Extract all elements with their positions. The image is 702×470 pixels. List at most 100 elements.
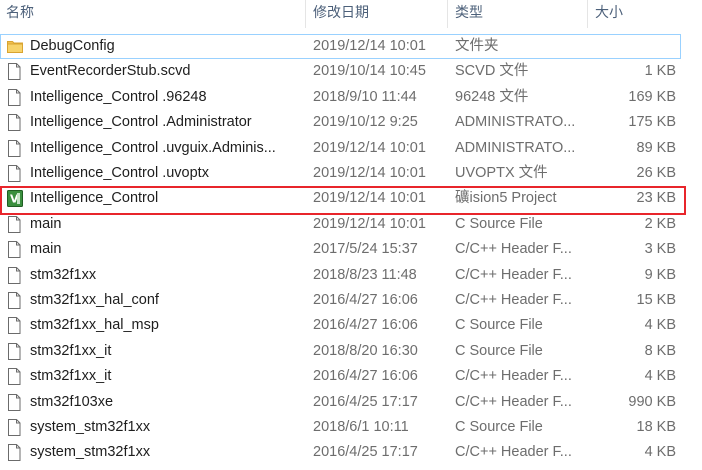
- file-size: 9 KB: [644, 266, 676, 283]
- file-size: 23 KB: [636, 190, 677, 207]
- file-icon: [7, 419, 21, 436]
- file-type: C/C++ Header F...: [455, 393, 572, 410]
- column-header-size[interactable]: 大小: [589, 0, 689, 26]
- file-row[interactable]: stm32f1xx 2018/8/23 11:48 C/C++ Header F..…: [0, 263, 702, 288]
- file-type: ADMINISTRATO...: [455, 114, 576, 131]
- file-modified-date: 2019/12/14 10:01: [313, 38, 426, 54]
- file-modified-date: 2019/12/14 10:01: [313, 190, 426, 207]
- file-modified-date: 2018/8/23 11:48: [313, 266, 417, 283]
- file-icon: [7, 266, 21, 284]
- file-modified-date: 2018/6/1 10:11: [313, 419, 409, 435]
- file-type: C Source File: [455, 419, 543, 435]
- file-size: [590, 34, 676, 59]
- file-name: Intelligence_Control .Administrator: [30, 114, 252, 131]
- file-size: 2 KB: [644, 215, 676, 232]
- file-row[interactable]: stm32f103xe 2016/4/25 17:17 C/C++ Header F…: [0, 390, 702, 415]
- file-modified-date: 2018/9/10 11:44: [313, 88, 417, 105]
- file-modified-date: 2016/4/27 16:06: [313, 368, 418, 385]
- file-row[interactable]: Intelligence_Control .uvguix.Adminis... 2…: [0, 136, 702, 161]
- file-type: 礦ision5 Project: [455, 190, 557, 207]
- file-row[interactable]: stm32f1xx_it 2018/8/20 16:30 C Source File…: [0, 339, 702, 364]
- file-row[interactable]: stm32f1xx_it 2016/4/27 16:06 C/C++ Header …: [0, 364, 702, 389]
- file-name: system_stm32f1xx: [30, 444, 151, 461]
- file-icon: [7, 215, 21, 233]
- file-icon: [7, 342, 21, 360]
- file-modified-date: 2016/4/27 16:06: [313, 292, 418, 308]
- folder-icon: [7, 39, 23, 56]
- file-size: 169 KB: [628, 88, 676, 105]
- file-size: 4 KB: [644, 368, 676, 385]
- file-modified-date: 2019/12/14 10:01: [313, 139, 426, 156]
- file-size: 4 KB: [644, 317, 676, 334]
- file-type: ADMINISTRATO...: [455, 139, 576, 156]
- file-type: UVOPTX 文件: [455, 165, 548, 181]
- file-size: 175 KB: [628, 114, 676, 131]
- file-modified-date: 2019/12/14 10:01: [313, 165, 426, 181]
- file-name: stm32f1xx: [30, 266, 97, 283]
- file-modified-date: 2019/10/14 10:45: [313, 63, 426, 80]
- file-type: C Source File: [455, 215, 543, 232]
- file-name: main: [30, 241, 62, 258]
- file-size: 1 KB: [644, 63, 676, 80]
- file-icon: [7, 114, 21, 132]
- column-header-date[interactable]: 修改日期: [307, 0, 447, 26]
- file-name: stm32f1xx_it: [30, 342, 112, 359]
- file-name: DebugConfig: [30, 38, 115, 54]
- file-name: Intelligence_Control .96248: [30, 88, 207, 105]
- file-size: 89 KB: [636, 139, 677, 156]
- file-icon: [7, 368, 21, 386]
- file-row[interactable]: stm32f1xx_hal_msp 2016/4/27 16:06 C Source…: [0, 313, 702, 338]
- file-size: 15 KB: [636, 292, 677, 308]
- file-icon: [7, 88, 21, 106]
- file-modified-date: 2016/4/25 17:17: [313, 393, 418, 410]
- file-modified-date: 2018/8/20 16:30: [313, 342, 418, 359]
- file-modified-date: 2016/4/27 16:06: [313, 317, 418, 334]
- file-name: stm32f1xx_hal_msp: [30, 317, 159, 334]
- file-row[interactable]: Intelligence_Control .96248 2018/9/10 11:…: [0, 85, 702, 110]
- file-row[interactable]: EventRecorderStub.scvd 2019/10/14 10:45 SC…: [0, 59, 702, 84]
- file-row[interactable]: system_stm32f1xx 2016/4/25 17:17 C/C++ Hea…: [0, 440, 702, 465]
- file-size: 4 KB: [644, 444, 676, 461]
- file-row[interactable]: main 2017/5/24 15:37 C/C++ Header F... 3 KB: [0, 237, 702, 262]
- file-icon: [7, 63, 21, 81]
- file-row[interactable]: system_stm32f1xx 2018/6/1 10:11 C Source F…: [0, 415, 702, 440]
- file-type: C/C++ Header F...: [455, 292, 572, 308]
- file-name: Intelligence_Control .uvoptx: [30, 165, 209, 181]
- column-divider[interactable]: [587, 0, 588, 28]
- file-type: SCVD 文件: [455, 63, 529, 80]
- file-row[interactable]: V Intelligence_Control 2019/12/14 10:01 礦is…: [0, 186, 702, 211]
- column-divider[interactable]: [305, 0, 306, 28]
- file-row[interactable]: main 2019/12/14 10:01 C Source File 2 KB: [0, 212, 702, 237]
- file-name: stm32f1xx_it: [30, 368, 112, 385]
- file-name: Intelligence_Control .uvguix.Adminis...: [30, 139, 276, 156]
- file-row[interactable]: Intelligence_Control .uvoptx 2019/12/14 1…: [0, 161, 702, 186]
- file-modified-date: 2019/12/14 10:01: [313, 215, 426, 232]
- file-row[interactable]: stm32f1xx_hal_conf 2016/4/27 16:06 C/C++ H…: [0, 288, 702, 313]
- file-size: 8 KB: [644, 342, 676, 359]
- file-name: EventRecorderStub.scvd: [30, 63, 191, 80]
- file-name: stm32f1xx_hal_conf: [30, 292, 159, 308]
- file-modified-date: 2016/4/25 17:17: [313, 444, 418, 461]
- file-modified-date: 2019/10/12 9:25: [313, 114, 418, 131]
- file-row[interactable]: DebugConfig 2019/12/14 10:01 文件夹: [0, 34, 681, 59]
- file-type: C Source File: [455, 317, 543, 334]
- file-icon: [7, 165, 21, 182]
- file-size: 26 KB: [636, 165, 677, 181]
- column-header-type[interactable]: 类型: [449, 0, 587, 26]
- file-name: system_stm32f1xx: [30, 419, 151, 435]
- file-modified-date: 2017/5/24 15:37: [313, 241, 418, 258]
- file-size: 990 KB: [628, 393, 676, 410]
- file-type: 文件夹: [455, 38, 499, 54]
- column-header-name[interactable]: 名称: [0, 0, 300, 26]
- file-type: C Source File: [455, 342, 543, 359]
- file-type: C/C++ Header F...: [455, 241, 572, 258]
- file-icon: [7, 317, 21, 335]
- file-icon: [7, 292, 21, 309]
- column-divider[interactable]: [447, 0, 448, 28]
- file-icon: [7, 444, 21, 462]
- keil-project-icon: V: [7, 190, 23, 208]
- file-name: stm32f103xe: [30, 393, 114, 410]
- file-icon: [7, 241, 21, 259]
- file-type: C/C++ Header F...: [455, 266, 572, 283]
- file-row[interactable]: Intelligence_Control .Administrator 2019/…: [0, 110, 702, 135]
